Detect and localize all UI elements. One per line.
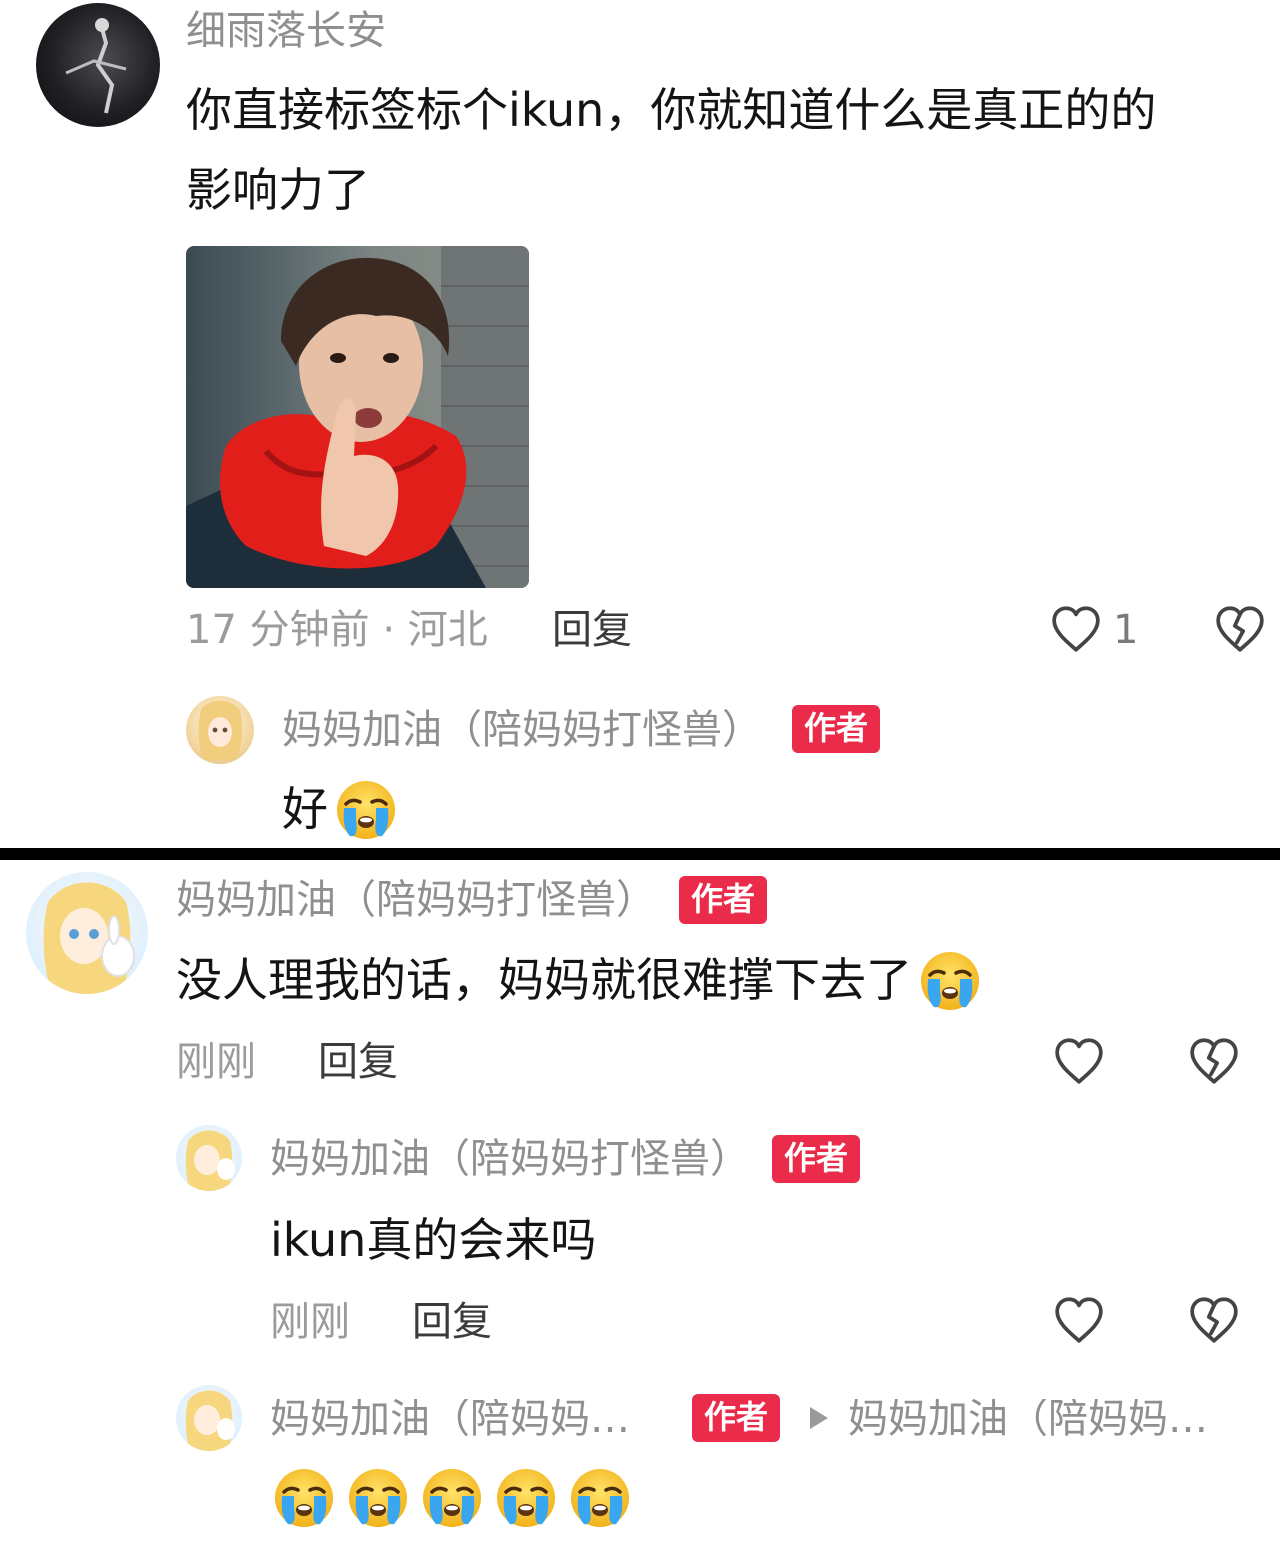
comment-text-content: 没人理我的话，妈妈就很难撑下去了 [176, 953, 912, 1007]
heart-outline-icon[interactable] [1050, 604, 1102, 654]
reply-button[interactable]: 回复 [318, 1042, 398, 1082]
broken-heart-icon[interactable] [1188, 1295, 1240, 1345]
comment-username[interactable]: 细雨落长安 [186, 11, 386, 51]
comment-text-continued: 影响力了 [186, 163, 370, 217]
avatar[interactable] [186, 696, 254, 764]
comment-meta: 刚刚 [176, 1039, 256, 1085]
heart-outline-icon[interactable] [1053, 1036, 1105, 1086]
divider [0, 848, 1280, 860]
crying-face-emoji [346, 1466, 410, 1530]
author-badge: 作者 [772, 1135, 861, 1183]
heart-outline-icon[interactable] [1053, 1295, 1105, 1345]
reply-text: ikun真的会来吗 [270, 1213, 597, 1267]
comment-text: 没人理我的话，妈妈就很难撑下去了 [176, 946, 982, 1015]
reply-to-username[interactable]: 妈妈加油（陪妈妈… [848, 1399, 1228, 1439]
reply-button[interactable]: 回复 [412, 1302, 492, 1342]
like-count: 1 [1113, 607, 1139, 653]
comment-username[interactable]: 妈妈加油（陪妈妈打怪兽） [176, 880, 656, 920]
crying-face-emoji [494, 1466, 558, 1530]
comment-image[interactable] [186, 246, 529, 588]
reply-username[interactable]: 妈妈加油（陪妈妈打怪兽） [282, 710, 762, 750]
author-badge: 作者 [679, 876, 768, 924]
avatar[interactable] [26, 872, 148, 994]
reply-text-content: 好 [282, 782, 328, 836]
avatar[interactable] [36, 3, 160, 127]
comment-text: 你直接标签标个ikun，你就知道什么是真正的的 [186, 83, 1157, 137]
reply-username[interactable]: 妈妈加油（陪妈妈打怪兽） [270, 1139, 750, 1179]
reply-username[interactable]: 妈妈加油（陪妈妈… [270, 1399, 670, 1439]
crying-face-emoji [918, 949, 982, 1013]
author-badge: 作者 [792, 705, 881, 753]
crying-face-emoji [568, 1466, 632, 1530]
author-badge: 作者 [692, 1394, 781, 1442]
reply-text: 好 [282, 775, 398, 844]
play-triangle-icon [808, 1405, 830, 1431]
avatar[interactable] [176, 1385, 242, 1451]
reply-meta: 刚刚 [270, 1299, 350, 1345]
broken-heart-icon[interactable] [1214, 604, 1266, 654]
broken-heart-icon[interactable] [1188, 1036, 1240, 1086]
crying-face-emoji [272, 1466, 336, 1530]
comment-meta: 17 分钟前 · 河北 [186, 607, 488, 653]
reply-button[interactable]: 回复 [552, 610, 632, 650]
avatar[interactable] [176, 1125, 242, 1191]
reply-emoji-row [272, 1466, 632, 1530]
crying-face-emoji [420, 1466, 484, 1530]
crying-face-emoji [334, 778, 398, 842]
